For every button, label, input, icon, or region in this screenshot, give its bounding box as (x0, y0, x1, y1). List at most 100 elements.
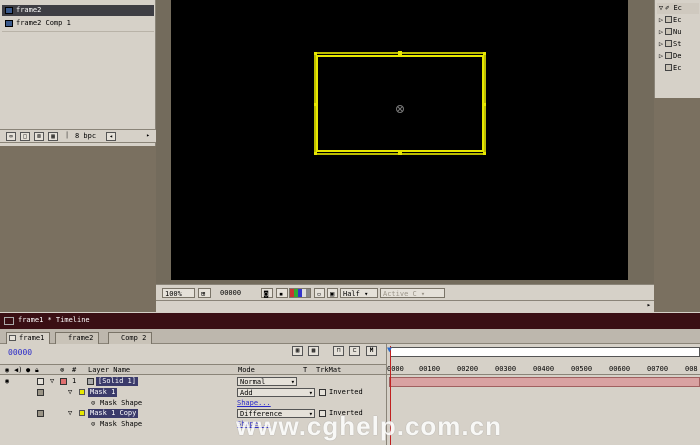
mask-name[interactable]: Mask 1 Copy (88, 409, 139, 418)
mask-vertex[interactable] (483, 103, 486, 106)
current-time[interactable]: 00000 (8, 348, 32, 357)
inverted-label: Inverted (329, 388, 363, 396)
scroll-right-icon[interactable]: ▸ (647, 301, 651, 309)
lock-checkbox[interactable] (37, 378, 44, 385)
scroll-right-icon[interactable]: ▸ (143, 132, 153, 141)
timecode-display[interactable]: 00000 (218, 288, 258, 298)
snapshot-icon[interactable]: ◙ (261, 288, 273, 298)
new-folder-icon[interactable]: □ (20, 132, 30, 141)
layer-columns-header: ◉ ◀) ● 🔒︎ ⊗ # Layer Name Mode T TrkMat (0, 364, 386, 375)
visibility-icon[interactable]: ◉ (5, 376, 9, 387)
lock-icon: 🔒︎ (35, 366, 39, 374)
layer-duration-bar[interactable] (389, 377, 700, 387)
mask-vertex[interactable] (483, 152, 486, 155)
viewer-scrollbar[interactable]: ▸ (156, 300, 654, 312)
bit-depth-label[interactable]: 8 bpc (75, 132, 96, 141)
collapse-icon[interactable]: ▽ (68, 408, 72, 419)
time-ruler[interactable]: 0000 00100 00200 00300 00400 00500 00600… (387, 364, 700, 375)
layer-number: 1 (72, 377, 77, 385)
ruler-tick: 00400 (533, 365, 555, 373)
tab-label: frame2 (68, 334, 94, 342)
trkmat-header: TrkMat (316, 366, 342, 374)
mask-color[interactable] (79, 389, 85, 395)
transparency-grid-icon[interactable]: ▣ (327, 288, 338, 298)
effect-icon (665, 16, 672, 23)
number-header: # (72, 366, 77, 374)
effects-item-label: Ec (673, 16, 682, 24)
show-snapshot-icon[interactable]: ▪ (276, 288, 288, 298)
lock-checkbox[interactable] (37, 389, 44, 396)
effect-icon (665, 40, 672, 47)
playhead-handle-icon[interactable]: ▼ (387, 345, 392, 354)
mask-vertex[interactable] (314, 52, 317, 55)
tab-comp-2[interactable]: Comp 2 (108, 332, 153, 344)
shy-icon[interactable]: ⊏ (349, 346, 360, 356)
motion-blur-icon[interactable]: M (366, 346, 377, 356)
collapse-icon[interactable]: ▽ (50, 376, 54, 387)
project-item-frame2-comp-1[interactable]: frame2 Comp 1 (2, 18, 154, 29)
effects-item[interactable]: ▷ Ec (657, 15, 681, 26)
inverted-checkbox[interactable] (319, 389, 326, 396)
ruler-tick: 00700 (647, 365, 669, 373)
resolution-select[interactable]: Half ▾ (340, 288, 378, 298)
effects-header[interactable]: ▽ ✐ Ec (657, 3, 699, 14)
effects-item-label: Ec (673, 64, 682, 72)
layer-name-header[interactable]: Layer Name (88, 366, 130, 375)
project-panel: frame2 frame2 Comp 1 ∞ □ ⊠ ▦ │ 8 bpc ◂ ▸ (0, 0, 156, 146)
collapse-icon[interactable]: ▽ (68, 387, 72, 398)
region-icon[interactable]: ▫ (314, 288, 325, 298)
panel-background (0, 146, 156, 312)
effects-item[interactable]: Ec (657, 63, 681, 74)
comp-button-icon[interactable]: ▦ (292, 346, 303, 356)
mode-header: Mode (238, 366, 255, 374)
timeline-titlebar[interactable]: frame1 * Timeline (0, 313, 700, 329)
scroll-left-icon[interactable]: ◂ (106, 132, 116, 141)
tab-frame1[interactable]: frame1 (6, 332, 51, 344)
effects-item[interactable]: ▷ St (657, 39, 681, 50)
mask-vertex[interactable] (314, 152, 317, 155)
mask-vertex[interactable] (314, 103, 317, 106)
draft-3d-icon[interactable]: ⊓ (333, 346, 344, 356)
layer-row[interactable]: ◉ ▽ 1 [Solid 1] Normal (0, 376, 386, 387)
effects-item-label: Nu (673, 28, 682, 36)
mask-outline-inner[interactable] (316, 55, 484, 152)
mask-name[interactable]: Mask 1 (88, 388, 118, 397)
mask-color[interactable] (79, 410, 85, 416)
label-color[interactable] (60, 378, 67, 385)
mask-vertex[interactable] (398, 51, 402, 55)
delete-icon[interactable]: ▦ (48, 132, 58, 141)
zoom-select[interactable]: 100% (162, 288, 195, 298)
solo-icon: ● (26, 366, 31, 374)
channel-icon[interactable] (289, 288, 311, 298)
ruler-tick: 00500 (571, 365, 593, 373)
mask-vertex[interactable] (483, 52, 486, 55)
separator: │ (65, 132, 69, 139)
active-camera-select[interactable]: Active C ▾ (380, 288, 445, 298)
ruler-tick: 00300 (495, 365, 517, 373)
composition-icon (9, 335, 16, 341)
visibility-icon: ◉ (5, 366, 10, 374)
mask-vertex[interactable] (398, 152, 402, 155)
project-item-frame2[interactable]: frame2 (2, 5, 154, 16)
effects-item[interactable]: ▷ Nu (657, 27, 681, 38)
layer-name[interactable]: [Solid 1] (96, 377, 138, 386)
anchor-point-icon[interactable] (396, 105, 404, 113)
effect-icon (665, 28, 672, 35)
lock-checkbox[interactable] (37, 410, 44, 417)
mask-row[interactable]: ▽ Mask 1 Add Inverted (0, 387, 386, 398)
time-navigator[interactable] (390, 347, 700, 357)
mask-mode-select[interactable]: Add (237, 388, 315, 397)
live-update-icon[interactable]: ▩ (308, 346, 319, 356)
project-toolbar: ∞ □ ⊠ ▦ │ 8 bpc ◂ ▸ (0, 129, 156, 143)
effects-item[interactable]: ▷ De (657, 51, 681, 62)
safe-zones-icon[interactable]: ⊞ (198, 288, 211, 298)
stopwatch-icon[interactable]: ⊙ (91, 419, 95, 430)
watermark: www.cghelp.com.cn (236, 411, 502, 441)
mask-outline-outer[interactable] (314, 52, 486, 155)
ruler-tick: 008 (685, 365, 698, 373)
layer-mode-select[interactable]: Normal (237, 377, 297, 386)
comp-canvas[interactable] (171, 0, 628, 280)
tab-frame2[interactable]: frame2 (55, 332, 100, 344)
find-icon[interactable]: ∞ (6, 132, 16, 141)
new-comp-icon[interactable]: ⊠ (34, 132, 44, 141)
